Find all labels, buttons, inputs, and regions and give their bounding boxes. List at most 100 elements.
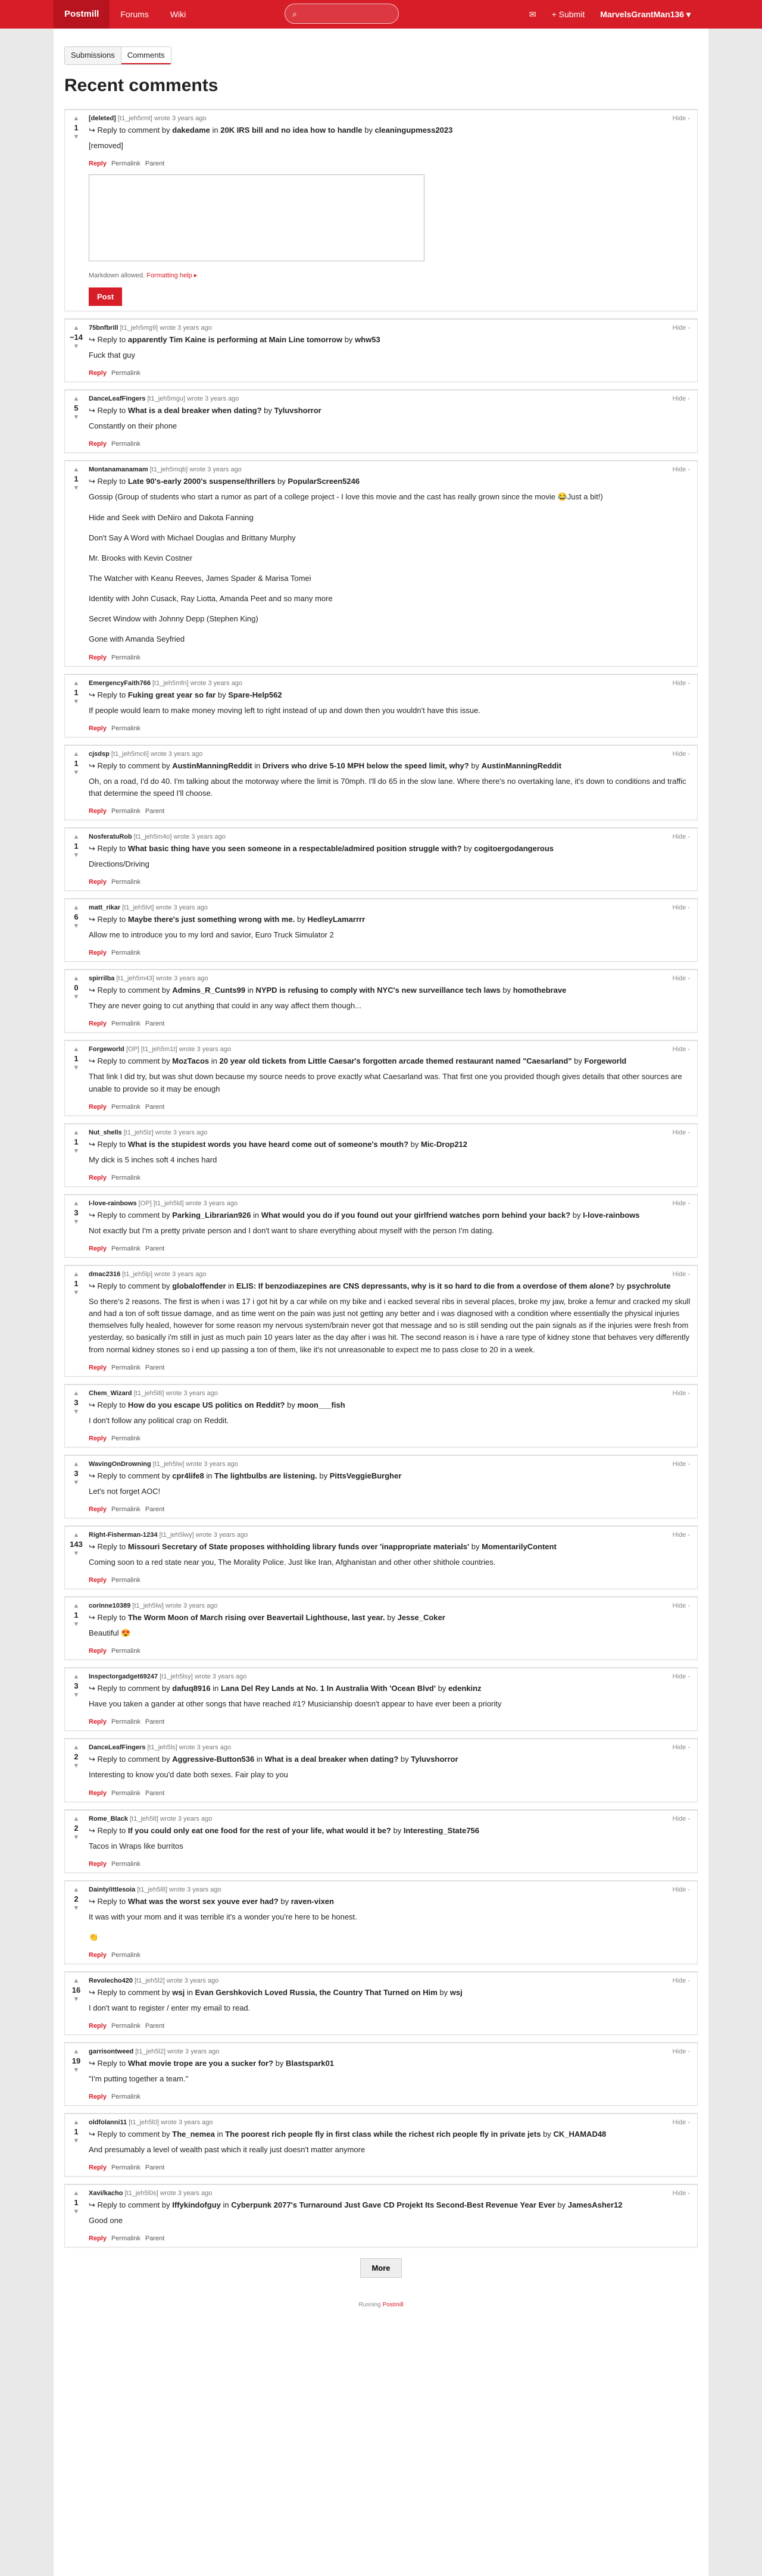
upvote-icon[interactable]: ▲ — [73, 2190, 80, 2197]
comment-author-link[interactable]: MozTacos — [172, 1056, 209, 1065]
comment-action[interactable]: Permalink — [111, 160, 140, 167]
comment-author-link[interactable]: globaloffender — [172, 1281, 226, 1290]
comment-user-link[interactable]: Xavi/kacho — [89, 2190, 123, 2197]
comment-action[interactable]: Reply — [89, 2022, 107, 2030]
upvote-icon[interactable]: ▲ — [73, 1129, 80, 1136]
comment-action[interactable]: Reply — [89, 370, 107, 377]
downvote-icon[interactable]: ▼ — [73, 1408, 80, 1415]
downvote-icon[interactable]: ▼ — [73, 923, 80, 930]
post-link[interactable]: What is a deal breaker when dating? — [128, 406, 262, 415]
downvote-icon[interactable]: ▼ — [73, 1996, 80, 2003]
poster-link[interactable]: Tyluvshorror — [411, 1755, 458, 1764]
post-link[interactable]: Late 90's-early 2000's suspense/thriller… — [128, 477, 276, 486]
comment-action[interactable]: Permalink — [111, 1364, 140, 1371]
hide-comment-link[interactable]: Hide - — [673, 1461, 690, 1468]
comment-user-link[interactable]: Right-Fisherman-1234 — [89, 1531, 158, 1539]
poster-link[interactable]: cleaningupmess2023 — [375, 126, 453, 135]
comment-action[interactable]: Permalink — [111, 1577, 140, 1584]
comment-user-link[interactable]: Rome_Black — [89, 1815, 128, 1822]
comment-user-link[interactable]: Montanamanamam — [89, 466, 148, 473]
hide-comment-link[interactable]: Hide - — [673, 904, 690, 911]
hide-comment-link[interactable]: Hide - — [673, 2190, 690, 2197]
comment-action[interactable]: Permalink — [111, 808, 140, 815]
comment-action[interactable]: Reply — [89, 654, 107, 661]
upvote-icon[interactable]: ▲ — [73, 751, 80, 758]
downvote-icon[interactable]: ▼ — [73, 993, 80, 1001]
comment-action[interactable]: Parent — [145, 1103, 164, 1111]
comment-user-link[interactable]: garrisontweed — [89, 2048, 133, 2055]
comment-action[interactable]: Reply — [89, 1790, 107, 1797]
upvote-icon[interactable]: ▲ — [73, 1602, 80, 1609]
hide-comment-link[interactable]: Hide - — [673, 1046, 690, 1053]
comment-action[interactable]: Permalink — [111, 2093, 140, 2100]
post-link[interactable]: What was the worst sex youve ever had? — [128, 1897, 279, 1906]
downvote-icon[interactable]: ▼ — [73, 1621, 80, 1628]
comment-action[interactable]: Reply — [89, 949, 107, 956]
downvote-icon[interactable]: ▼ — [73, 2137, 80, 2144]
upvote-icon[interactable]: ▲ — [73, 1046, 80, 1053]
comment-action[interactable]: Permalink — [111, 2235, 140, 2242]
post-link[interactable]: 20 year old tickets from Little Caesar's… — [220, 1056, 572, 1065]
hide-comment-link[interactable]: Hide - — [673, 1886, 690, 1893]
wiki-link[interactable]: Wiki — [160, 10, 196, 19]
hide-comment-link[interactable]: Hide - — [673, 1390, 690, 1397]
comment-action[interactable]: Reply — [89, 1718, 107, 1725]
comment-action[interactable]: Reply — [89, 2164, 107, 2171]
hide-comment-link[interactable]: Hide - — [673, 1673, 690, 1680]
downvote-icon[interactable]: ▼ — [73, 1692, 80, 1699]
comment-action[interactable]: Parent — [145, 2164, 164, 2171]
downvote-icon[interactable]: ▼ — [73, 769, 80, 776]
upvote-icon[interactable]: ▲ — [73, 1977, 80, 1984]
hide-comment-link[interactable]: Hide - — [673, 115, 690, 122]
comment-user-link[interactable]: [deleted] — [89, 115, 116, 122]
post-link[interactable]: Maybe there's just something wrong with … — [128, 915, 295, 924]
post-link[interactable]: Drivers who drive 5-10 MPH below the spe… — [263, 761, 469, 770]
formatting-help-link[interactable]: Formatting help ▸ — [146, 272, 197, 279]
poster-link[interactable]: homothebrave — [513, 986, 567, 995]
comment-user-link[interactable]: Chem_Wizard — [89, 1390, 132, 1397]
downvote-icon[interactable]: ▼ — [73, 1148, 80, 1155]
comment-action[interactable]: Parent — [145, 2235, 164, 2242]
upvote-icon[interactable]: ▲ — [73, 1744, 80, 1751]
comment-action[interactable]: Reply — [89, 2235, 107, 2242]
post-link[interactable]: The lightbulbs are listening. — [214, 1471, 317, 1480]
upvote-icon[interactable]: ▲ — [73, 1390, 80, 1397]
upvote-icon[interactable]: ▲ — [73, 1531, 80, 1539]
comment-action[interactable]: Permalink — [111, 1952, 140, 1959]
hide-comment-link[interactable]: Hide - — [673, 1977, 690, 1984]
poster-link[interactable]: edenkinz — [448, 1684, 482, 1693]
comment-action[interactable]: Reply — [89, 1174, 107, 1181]
poster-link[interactable]: Forgeworld — [584, 1056, 626, 1065]
comment-author-link[interactable]: wsj — [172, 1988, 185, 1997]
downvote-icon[interactable]: ▼ — [73, 852, 80, 859]
downvote-icon[interactable]: ▼ — [73, 1550, 80, 1557]
downvote-icon[interactable]: ▼ — [73, 484, 80, 492]
downvote-icon[interactable]: ▼ — [73, 343, 80, 350]
hide-comment-link[interactable]: Hide - — [673, 1271, 690, 1278]
comment-action[interactable]: Reply — [89, 1647, 107, 1655]
comment-action[interactable]: Parent — [145, 1245, 164, 1252]
comment-action[interactable]: Parent — [145, 1364, 164, 1371]
downvote-icon[interactable]: ▼ — [73, 1762, 80, 1770]
poster-link[interactable]: Interesting_State756 — [404, 1826, 479, 1835]
comment-action[interactable]: Reply — [89, 1245, 107, 1252]
comment-action[interactable]: Permalink — [111, 654, 140, 661]
downvote-icon[interactable]: ▼ — [73, 1834, 80, 1841]
comment-action[interactable]: Permalink — [111, 1245, 140, 1252]
poster-link[interactable]: Jesse_Coker — [398, 1613, 445, 1622]
comment-action[interactable]: Parent — [145, 1790, 164, 1797]
hide-comment-link[interactable]: Hide - — [673, 1200, 690, 1207]
comment-user-link[interactable]: corinne10389 — [89, 1602, 130, 1609]
post-link[interactable]: Fuking great year so far — [128, 690, 216, 699]
comment-author-link[interactable]: Aggressive-Button536 — [172, 1755, 254, 1764]
comment-author-link[interactable]: The_nemea — [172, 2130, 215, 2139]
reply-textarea[interactable] — [89, 174, 424, 262]
downvote-icon[interactable]: ▼ — [73, 698, 80, 705]
comment-user-link[interactable]: NosferatuRob — [89, 833, 132, 840]
comment-user-link[interactable]: 75bnfbrill — [89, 324, 118, 332]
poster-link[interactable]: psychrolute — [627, 1281, 671, 1290]
upvote-icon[interactable]: ▲ — [73, 904, 80, 911]
comment-user-link[interactable]: oldfolanni11 — [89, 2119, 127, 2126]
comment-author-link[interactable]: dakedame — [172, 126, 210, 135]
hide-comment-link[interactable]: Hide - — [673, 395, 690, 402]
